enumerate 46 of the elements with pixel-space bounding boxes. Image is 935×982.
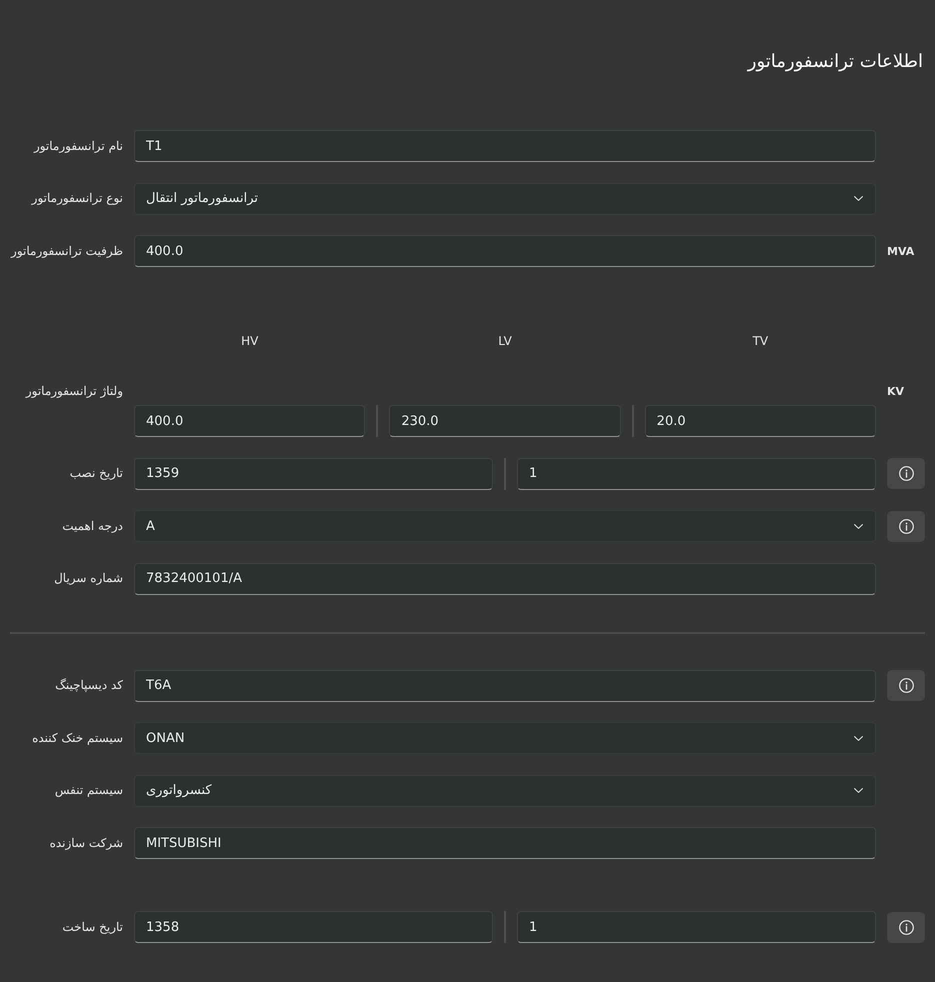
dropdown[interactable]: ONAN — [134, 722, 876, 754]
column-heading: TV — [752, 334, 768, 348]
info-button[interactable] — [887, 912, 925, 942]
field-label: ظرفیت ترانسفورماتور — [11, 244, 123, 258]
text-field[interactable]: 400.0 — [134, 235, 876, 267]
info-icon — [898, 518, 914, 534]
text-field[interactable]: 20.0 — [644, 405, 876, 437]
text-field[interactable]: 230.0 — [389, 405, 621, 437]
field-label: نوع ترانسفورماتور — [32, 191, 123, 206]
form-title: اطلاعات ترانسفورماتور — [748, 50, 923, 74]
chevron-down-icon — [854, 196, 863, 201]
field-label: سیستم خنک کننده — [32, 730, 123, 746]
field-label: کد دیسپاچینگ — [55, 678, 123, 693]
field-label: شرکت سازنده — [50, 836, 123, 850]
text-field[interactable]: T1 — [134, 130, 876, 162]
field-label: سیستم تنفس — [54, 783, 123, 798]
text-field[interactable]: 400.0 — [134, 405, 366, 437]
info-button[interactable] — [887, 510, 925, 542]
column-heading: LV — [498, 334, 512, 348]
info-icon — [898, 920, 914, 934]
text-field[interactable]: 7832400101/A — [134, 562, 876, 594]
info-icon — [898, 678, 914, 693]
info-icon — [898, 466, 914, 481]
info-button[interactable] — [887, 670, 925, 701]
field-label: تاریخ نصب — [70, 466, 123, 481]
column-heading: HV — [241, 334, 258, 348]
text-field[interactable]: 1358 — [134, 911, 493, 943]
unit-label: MVA — [887, 244, 914, 258]
field-label: تاریخ ساخت — [62, 920, 123, 934]
chevron-down-icon — [854, 788, 863, 793]
dropdown[interactable]: کنسرواتوری — [134, 774, 876, 806]
text-field[interactable]: MITSUBISHI — [134, 827, 876, 859]
text-field[interactable]: 1 — [517, 911, 876, 943]
chevron-down-icon — [854, 736, 863, 740]
unit-label: KV — [887, 384, 904, 398]
text-field[interactable]: 1359 — [134, 458, 493, 490]
chevron-down-icon — [854, 524, 863, 528]
field-label: ولتاژ ترانسفورماتور — [26, 384, 123, 398]
text-field[interactable]: 1 — [517, 458, 876, 490]
dropdown[interactable]: ترانسفورماتور انتقال — [134, 182, 876, 214]
field-label: شماره سریال — [54, 571, 123, 586]
text-field[interactable]: T6A — [134, 670, 876, 702]
dropdown[interactable]: A — [134, 510, 876, 542]
field-label: نام ترانسفورماتور — [34, 138, 123, 154]
info-button[interactable] — [887, 458, 925, 489]
field-label: درجه اهمیت — [62, 518, 123, 534]
